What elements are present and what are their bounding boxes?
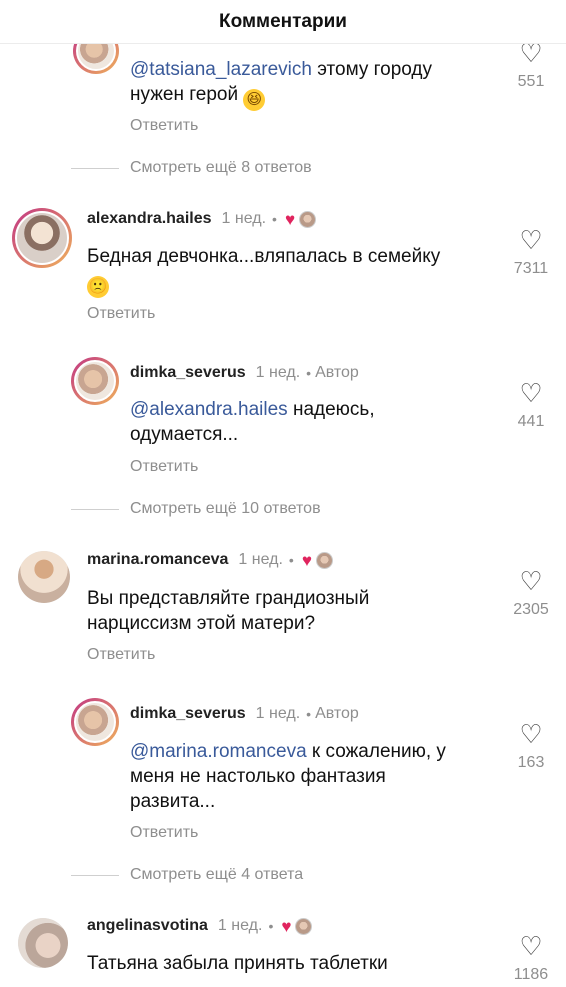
author-like-avatar [315,551,333,569]
heart-outline-icon[interactable]: ♡ [501,933,561,959]
avatar[interactable] [18,551,70,603]
like-block: ♡ 2305 [501,568,561,619]
timestamp: 1 нед. [221,210,267,227]
view-more-replies[interactable]: Смотреть ещё 8 ответов [71,159,312,177]
comment-text: Бедная девчонка...вляпалась в семейку 🙁 [87,244,440,298]
timestamp: 1 нед. [238,551,283,568]
reply-button[interactable]: Ответить [130,117,198,135]
view-more-replies[interactable]: Смотреть ещё 4 ответа [71,866,303,884]
like-count: 7311 [513,260,549,277]
timestamp: 1 нед. [255,364,301,381]
like-block: ♡ 1186 [501,933,561,984]
heart-filled-icon: ♥ [301,550,312,570]
like-block: ♡ 551 [501,40,561,91]
username[interactable]: angelinasvotina [87,917,208,935]
like-count: 2305 [513,601,549,618]
divider [71,167,119,169]
heart-filled-icon: ♥ [281,916,292,936]
avatar[interactable] [71,357,119,405]
comment-meta: dimka_severus 1 нед. • Автор [130,705,359,723]
heart-outline-icon[interactable]: ♡ [501,380,561,406]
heart-filled-icon: ♥ [284,209,296,229]
comment-meta: alexandra.hailes 1 нед. • ♥ [87,209,317,229]
comment-text: Вы представляйте грандиозный нарциссизм … [87,588,370,634]
reply-button[interactable]: Ответить [87,646,155,664]
timestamp: 1 нед. [217,917,263,934]
comment-meta: dimka_severus 1 нед. • Автор [130,364,359,382]
username[interactable]: marina.romanceva [87,551,228,569]
reply-button[interactable]: Ответить [130,458,198,476]
author-badge: Автор [315,364,359,381]
heart-outline-icon[interactable]: ♡ [501,568,561,594]
username[interactable]: dimka_severus [130,705,246,723]
author-like-avatar [299,210,317,228]
comment-meta: angelinasvotina 1 нед. • ♥ [87,916,313,936]
confused-emoji-icon: 🙁 [87,276,109,298]
mention-link[interactable]: @alexandra.hailes [130,399,288,420]
comment-text: @tatsiana_lazarevich этому городу нужен … [130,57,432,111]
avatar[interactable] [12,208,72,268]
reply-button[interactable]: Ответить [130,824,198,842]
divider [71,874,119,876]
mention-link[interactable]: @tatsiana_lazarevich [130,59,312,80]
comment-text: @marina.romanceva к сожалению, у меня не… [130,741,446,812]
like-count: 163 [517,754,545,771]
laughing-emoji-icon: 😆 [243,89,266,111]
username[interactable]: alexandra.hailes [87,210,212,228]
like-block: ♡ 7311 [501,227,561,278]
username[interactable]: dimka_severus [130,364,246,382]
heart-outline-icon[interactable]: ♡ [501,227,561,253]
like-count: 441 [517,413,545,430]
view-more-replies[interactable]: Смотреть ещё 10 ответов [71,500,321,518]
like-count: 1186 [513,966,549,983]
like-block: ♡ 441 [501,380,561,431]
timestamp: 1 нед. [255,705,301,722]
avatar[interactable] [18,918,68,968]
reply-button[interactable]: Ответить [87,305,155,323]
author-badge: Автор [315,705,359,722]
divider [71,508,119,510]
comment-meta: marina.romanceva 1 нед. • ♥ [87,551,333,569]
comment-text: @alexandra.hailes надеюсь, одумается... [130,399,375,445]
like-block: ♡ 163 [501,721,561,772]
avatar[interactable] [71,698,119,746]
like-count: 551 [517,73,545,90]
author-like-avatar [295,917,313,935]
comment-text: Татьяна забыла принять таблетки [87,953,388,974]
heart-outline-icon[interactable]: ♡ [501,721,561,747]
page-title: Комментарии [219,10,347,32]
comments-header: Комментарии [0,0,566,44]
mention-link[interactable]: @marina.romanceva [130,741,307,762]
